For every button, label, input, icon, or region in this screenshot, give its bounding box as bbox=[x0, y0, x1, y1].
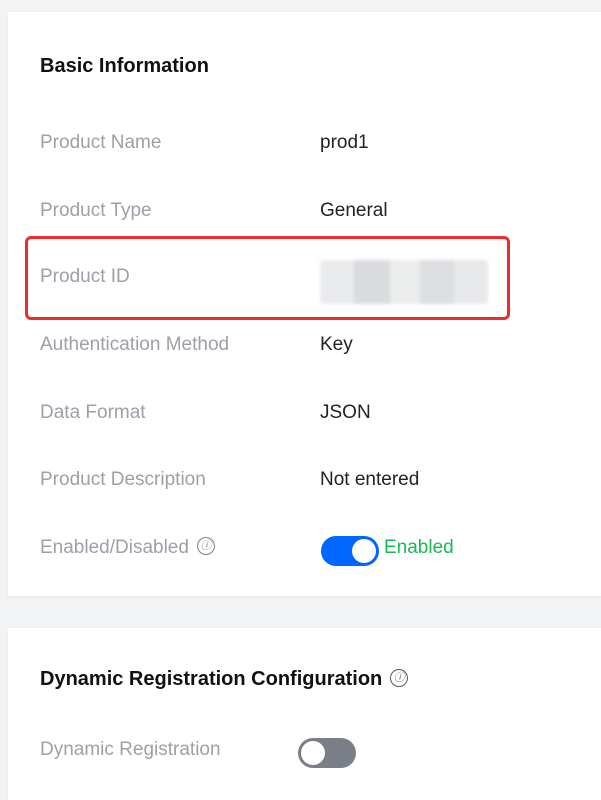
authentication-method-label: Authentication Method bbox=[40, 334, 230, 355]
dynamic-registration-card: Dynamic Registration Configuration ⓘ Dyna… bbox=[8, 628, 601, 800]
data-format-row: Data Format JSON bbox=[40, 398, 580, 430]
dynamic-registration-title-text: Dynamic Registration Configuration bbox=[40, 668, 383, 690]
product-description-row: Product Description Not entered bbox=[40, 465, 580, 497]
dynamic-registration-title: Dynamic Registration Configuration ⓘ bbox=[40, 668, 409, 691]
authentication-method-value: Key bbox=[320, 334, 353, 355]
authentication-method-row: Authentication Method Key bbox=[40, 330, 580, 362]
product-type-row: Product Type General bbox=[40, 196, 580, 228]
product-type-value: General bbox=[320, 200, 388, 221]
basic-information-title: Basic Information bbox=[40, 55, 209, 77]
enabled-disabled-label: Enabled/Disabled ⓘ bbox=[40, 536, 215, 559]
dynamic-registration-toggle[interactable] bbox=[298, 738, 356, 768]
product-name-row: Product Name prod1 bbox=[40, 128, 580, 160]
product-name-value: prod1 bbox=[320, 132, 369, 153]
enabled-status-text: Enabled bbox=[384, 537, 454, 558]
dynamic-registration-row: Dynamic Registration bbox=[40, 735, 580, 768]
product-name-label: Product Name bbox=[40, 132, 162, 153]
basic-information-card: Basic Information Product Name prod1 Pro… bbox=[8, 12, 601, 596]
dynamic-registration-label: Dynamic Registration bbox=[40, 739, 221, 760]
data-format-label: Data Format bbox=[40, 402, 146, 423]
product-type-label: Product Type bbox=[40, 200, 152, 221]
data-format-value: JSON bbox=[320, 402, 371, 423]
info-icon[interactable]: ⓘ bbox=[196, 536, 215, 555]
product-description-value: Not entered bbox=[320, 469, 420, 490]
product-id-masked-value bbox=[320, 260, 488, 304]
product-id-label: Product ID bbox=[40, 266, 130, 287]
product-description-label: Product Description bbox=[40, 469, 206, 490]
page: Basic Information Product Name prod1 Pro… bbox=[0, 0, 601, 800]
toggle-knob bbox=[301, 741, 325, 765]
enabled-toggle[interactable] bbox=[321, 536, 379, 566]
enabled-disabled-label-text: Enabled/Disabled bbox=[40, 537, 189, 558]
toggle-knob bbox=[352, 539, 376, 563]
product-id-row: Product ID bbox=[40, 260, 580, 304]
enabled-disabled-row: Enabled/Disabled ⓘ Enabled bbox=[40, 533, 580, 566]
info-icon[interactable]: ⓘ bbox=[390, 668, 409, 687]
